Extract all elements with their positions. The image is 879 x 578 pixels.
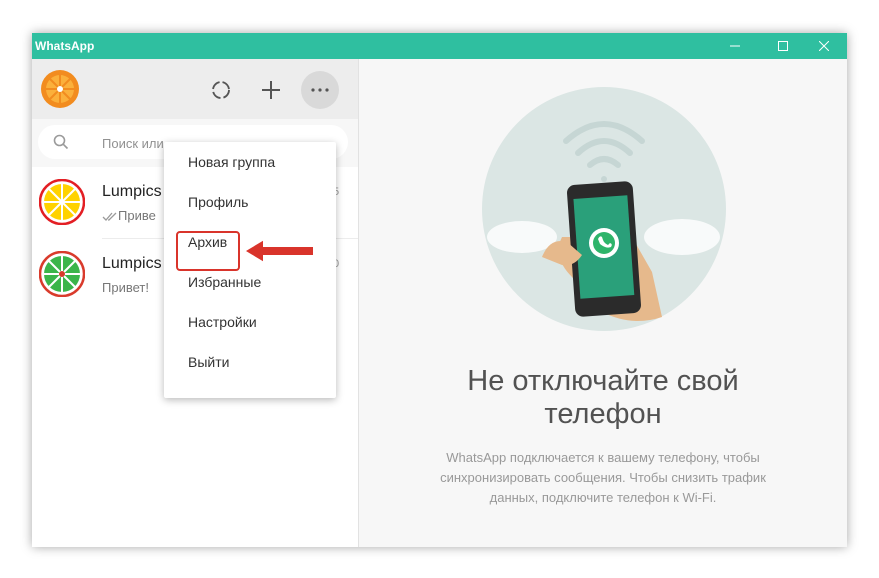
minimize-button[interactable] <box>712 33 758 59</box>
maximize-icon <box>778 41 788 51</box>
minimize-icon <box>730 45 740 47</box>
chat-name: Lumpics <box>102 183 162 200</box>
plus-icon <box>262 81 280 99</box>
my-avatar[interactable] <box>41 70 79 108</box>
intro-desc-line: данных, подключите телефон к Wi-Fi. <box>489 490 717 505</box>
double-check-icon <box>102 212 117 221</box>
chat-preview: Приве <box>102 208 156 223</box>
menu-item-settings[interactable]: Настройки <box>164 302 336 342</box>
menu-item-label: Выйти <box>188 354 230 370</box>
chat-name: Lumpics <box>102 255 162 272</box>
intro-pane: Не отключайте свой телефон WhatsApp подк… <box>359 59 847 547</box>
intro-desc-line: синхронизировать сообщения. Чтобы снизит… <box>440 470 766 485</box>
menu-button[interactable] <box>301 71 339 109</box>
pointer-arrow-icon <box>242 237 315 265</box>
status-icon <box>212 81 230 99</box>
archive-highlight-frame <box>176 231 240 271</box>
whatsapp-window: WhatsApp Поиск или Lumpics Приве 5 Lumpi… <box>32 33 847 547</box>
chat-preview-text: Приве <box>118 208 156 223</box>
new-chat-button[interactable] <box>252 71 290 109</box>
phone-connection-illustration <box>482 87 726 331</box>
intro-desc-line: WhatsApp подключается к вашему телефону,… <box>446 450 760 465</box>
intro-title-line: телефон <box>544 398 662 430</box>
intro-description: WhatsApp подключается к вашему телефону,… <box>423 448 783 508</box>
chat-preview: Привет! <box>102 280 149 295</box>
status-button[interactable] <box>202 71 240 109</box>
close-icon <box>819 41 829 51</box>
search-icon <box>53 134 69 150</box>
menu-item-profile[interactable]: Профиль <box>164 182 336 222</box>
intro-title: Не отключайте свой телефон <box>359 365 847 431</box>
menu-item-label: Профиль <box>188 194 249 210</box>
more-icon <box>311 88 329 92</box>
menu-item-label: Настройки <box>188 314 257 330</box>
menu-item-label: Новая группа <box>188 154 276 170</box>
menu-item-new-group[interactable]: Новая группа <box>164 142 336 182</box>
intro-title-line: Не отключайте свой <box>467 365 739 397</box>
search-placeholder: Поиск или <box>102 136 164 151</box>
close-button[interactable] <box>801 33 847 59</box>
maximize-button[interactable] <box>760 33 806 59</box>
contact-avatar <box>39 251 85 297</box>
menu-item-label: Избранные <box>188 274 262 290</box>
contact-avatar <box>39 179 85 225</box>
title-bar[interactable]: WhatsApp <box>32 33 847 59</box>
left-header <box>32 59 358 119</box>
window-title: WhatsApp <box>35 39 95 53</box>
chat-list-pane: Поиск или Lumpics Приве 5 Lumpics Привет… <box>32 59 359 547</box>
menu-item-logout[interactable]: Выйти <box>164 342 336 382</box>
